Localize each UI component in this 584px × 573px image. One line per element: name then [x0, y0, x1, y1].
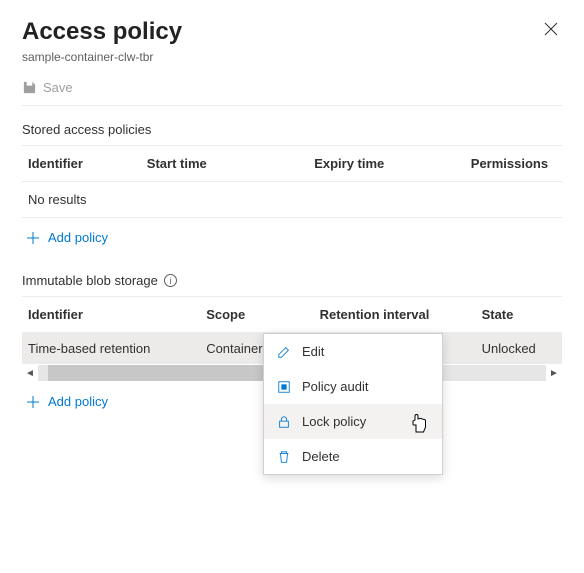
col-permissions: Permissions: [465, 146, 562, 182]
menu-edit-label: Edit: [302, 344, 324, 359]
menu-audit-label: Policy audit: [302, 379, 368, 394]
page-title: Access policy: [22, 18, 182, 46]
menu-item-lock-policy[interactable]: Lock policy: [264, 404, 442, 439]
col-expiry-time: Expiry time: [308, 146, 465, 182]
add-stored-policy-label: Add policy: [48, 230, 108, 245]
menu-item-policy-audit[interactable]: Policy audit: [264, 369, 442, 404]
edit-icon: [276, 345, 292, 359]
col-identifier: Identifier: [22, 146, 141, 182]
stored-access-section-label: Stored access policies: [22, 122, 562, 137]
plus-icon: [26, 395, 40, 409]
add-immutable-policy-label: Add policy: [48, 394, 108, 409]
plus-icon: [26, 231, 40, 245]
container-subtitle: sample-container-clw-tbr: [22, 50, 182, 64]
save-icon: [22, 80, 37, 95]
save-button[interactable]: Save: [22, 80, 562, 95]
close-button[interactable]: [540, 18, 562, 45]
save-label: Save: [43, 80, 73, 95]
context-menu: Edit Policy audit Lock policy Delete: [263, 333, 443, 475]
scroll-right-arrow-icon[interactable]: ►: [546, 368, 562, 379]
info-icon[interactable]: i: [164, 274, 177, 287]
add-stored-policy-button[interactable]: Add policy: [22, 218, 562, 257]
menu-delete-label: Delete: [302, 449, 340, 464]
lock-icon: [276, 415, 292, 429]
col-imm-scope: Scope: [200, 297, 313, 333]
col-imm-identifier: Identifier: [22, 297, 200, 333]
immutable-section-label: Immutable blob storage: [22, 273, 158, 288]
delete-icon: [276, 450, 292, 464]
close-icon: [544, 22, 558, 36]
menu-lock-label: Lock policy: [302, 414, 366, 429]
menu-item-edit[interactable]: Edit: [264, 334, 442, 369]
policy-audit-icon: [276, 380, 292, 394]
stored-empty-row: No results: [22, 182, 562, 218]
col-start-time: Start time: [141, 146, 308, 182]
scrollbar-thumb[interactable]: [48, 365, 272, 381]
col-imm-retention: Retention interval: [314, 297, 476, 333]
scroll-left-arrow-icon[interactable]: ◄: [22, 368, 38, 379]
stored-access-table: Identifier Start time Expiry time Permis…: [22, 145, 562, 182]
cell-identifier: Time-based retention: [22, 333, 200, 365]
cell-state: Unlocked: [476, 333, 562, 365]
col-imm-state: State: [476, 297, 562, 333]
menu-item-delete[interactable]: Delete: [264, 439, 442, 474]
